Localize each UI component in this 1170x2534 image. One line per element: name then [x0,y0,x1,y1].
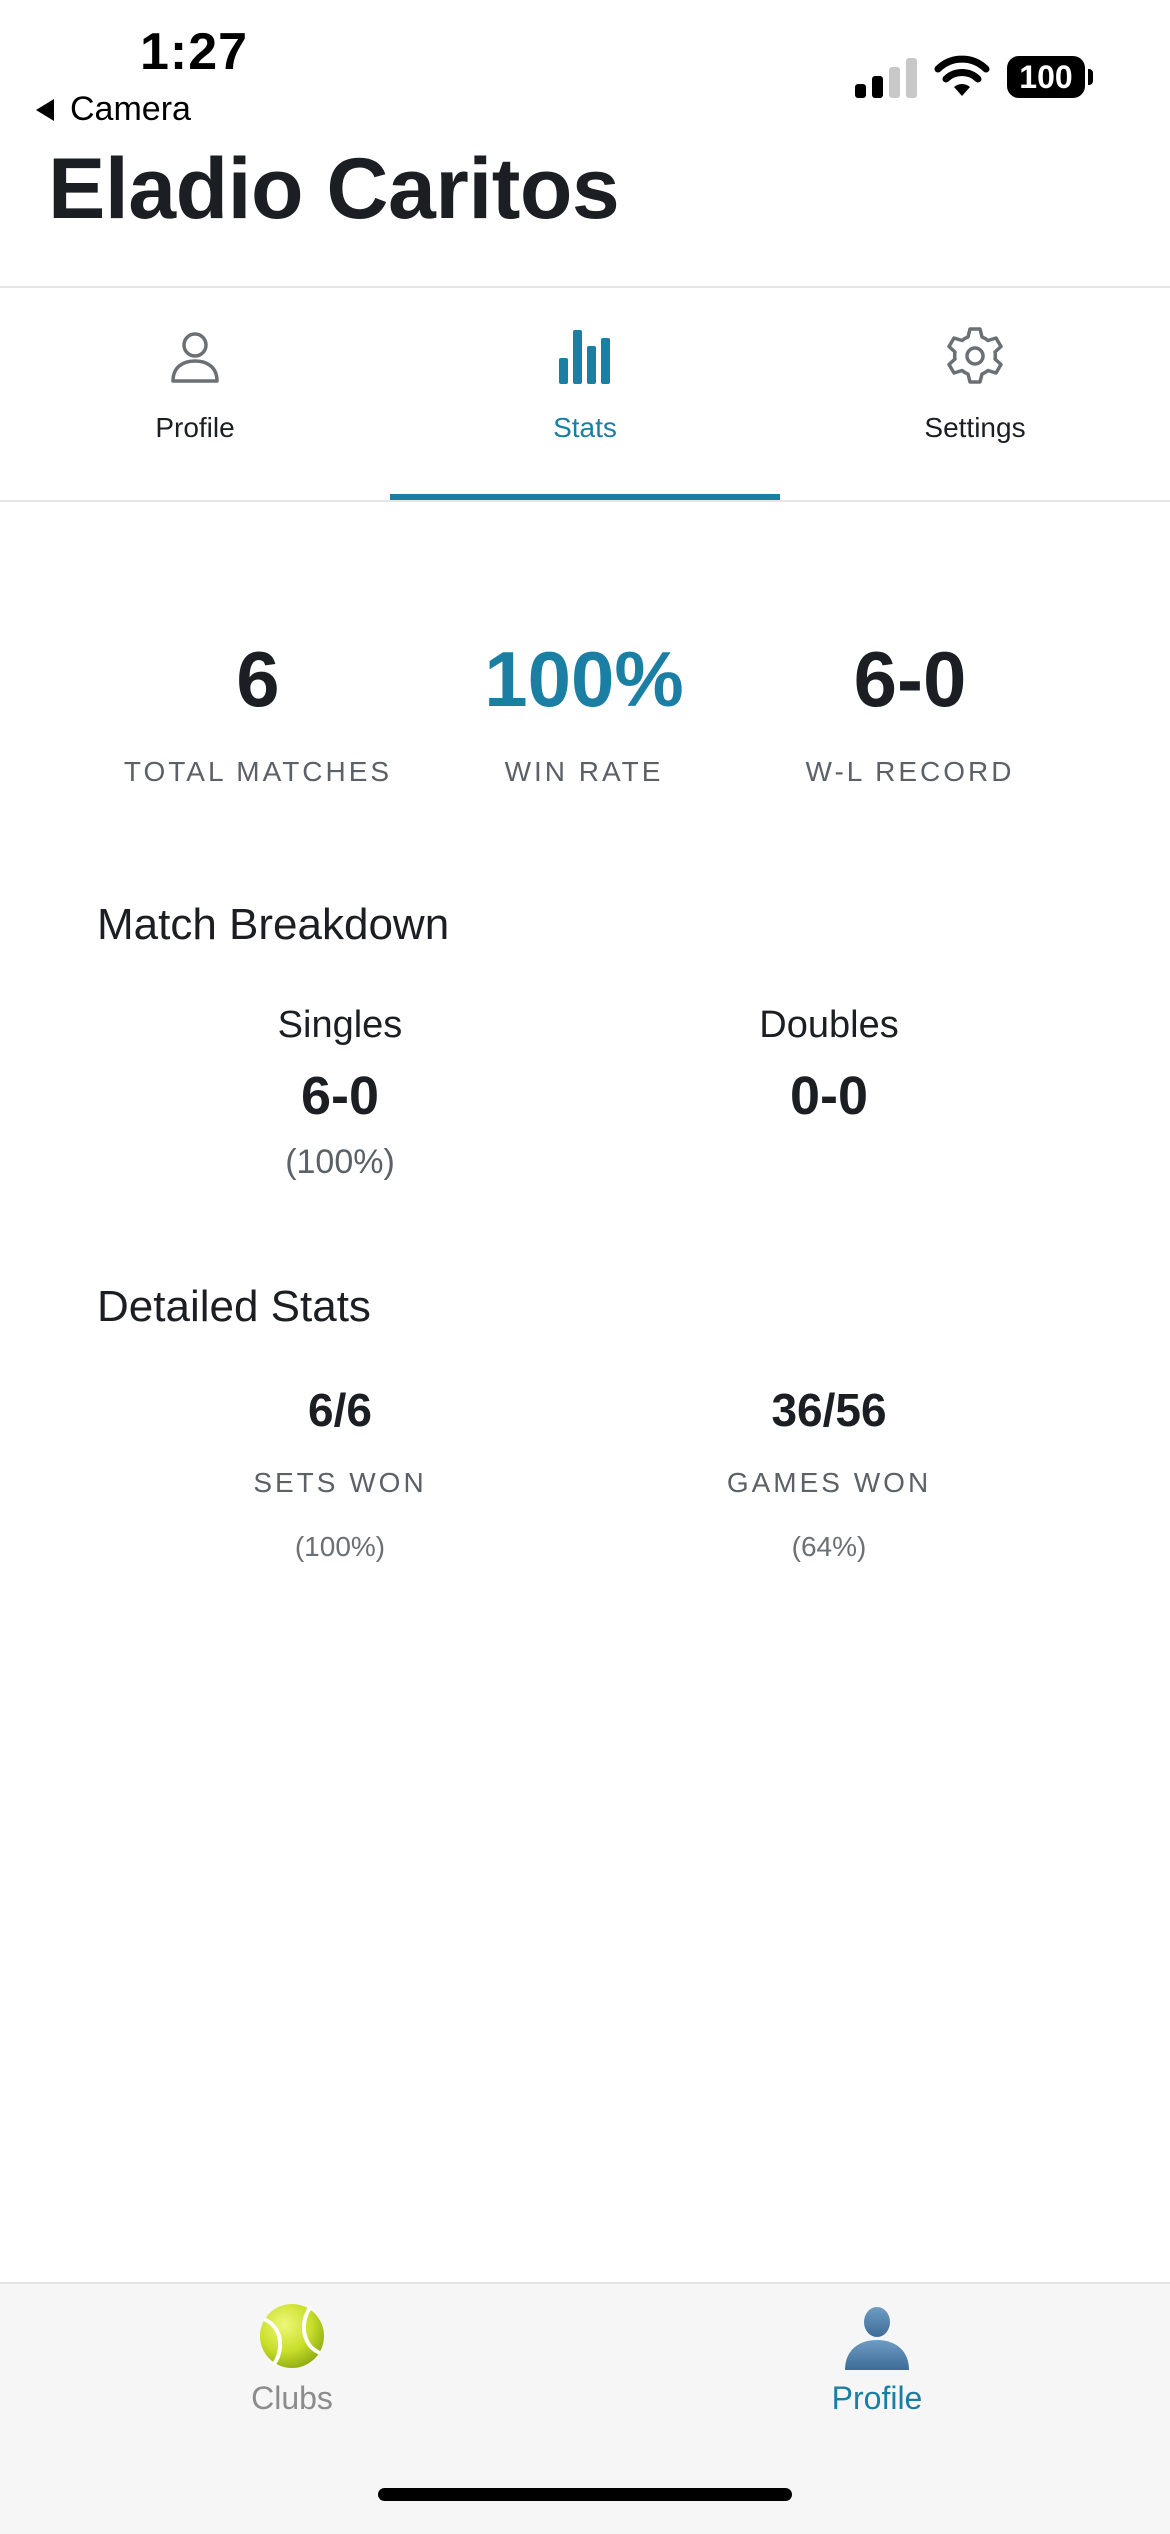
sets-won-stat: 6/6 SETS WON (100%) [130,1383,550,1563]
games-won-value: 36/56 [771,1384,887,1436]
total-matches-stat: 6 TOTAL MATCHES [88,640,428,788]
user-silhouette-icon [845,2307,909,2370]
tab-stats[interactable]: Stats [390,288,780,500]
singles-breakdown: Singles 6-0 (100%) [130,1004,550,1182]
bar-chart-icon [559,330,610,384]
tab-label: Stats [553,412,617,443]
back-label: Camera [70,90,191,128]
win-rate-label: WIN RATE [504,756,664,787]
tennis-ball-icon [260,2304,324,2368]
back-to-camera-link[interactable]: Camera [36,90,191,129]
person-icon [171,332,219,383]
games-won-percent: (64%) [791,1531,867,1562]
doubles-label: Doubles [759,1004,899,1046]
home-indicator [378,2488,792,2501]
bottom-nav-label: Clubs [251,2380,333,2416]
page-title: Eladio Caritos [48,141,620,237]
games-won-label: GAMES WON [726,1467,932,1498]
tab-label: Profile [155,412,235,443]
record-stat: 6-0 W-L RECORD [740,640,1080,788]
battery-tip-icon [1088,69,1093,85]
win-rate-stat: 100% WIN RATE [414,640,754,788]
cellular-signal-icon [855,58,917,98]
sets-won-percent: (100%) [294,1531,386,1562]
tab-profile[interactable]: Profile [0,288,390,500]
singles-record: 6-0 [300,1066,380,1126]
detailed-stats-title: Detailed Stats [97,1282,371,1331]
match-breakdown-title: Match Breakdown [97,900,450,949]
singles-label: Singles [277,1004,403,1046]
bottom-nav-label: Profile [831,2380,923,2416]
sets-won-value: 6/6 [308,1384,372,1436]
bottom-nav-profile[interactable]: Profile [727,2300,1027,2417]
bottom-nav-clubs[interactable]: Clubs [142,2300,442,2417]
total-matches-label: TOTAL MATCHES [123,756,393,787]
gear-icon [947,327,1003,384]
tab-label: Settings [924,412,1026,443]
tab-settings[interactable]: Settings [780,288,1170,500]
wifi-icon [934,55,990,96]
sets-won-label: SETS WON [253,1467,427,1498]
record-label: W-L RECORD [805,756,1015,787]
games-won-stat: 36/56 GAMES WON (64%) [619,1383,1039,1563]
singles-percent: (100%) [285,1143,395,1181]
doubles-breakdown: Doubles 0-0 [619,1004,1039,1127]
doubles-record: 0-0 [789,1066,869,1126]
win-rate-value: 100% [484,635,684,723]
back-triangle-icon [36,98,54,121]
tabs-divider [0,500,1170,502]
record-value: 6-0 [853,635,967,723]
battery-indicator: 100 [1007,56,1085,98]
status-time: 1:27 [140,23,249,81]
total-matches-value: 6 [236,635,280,723]
